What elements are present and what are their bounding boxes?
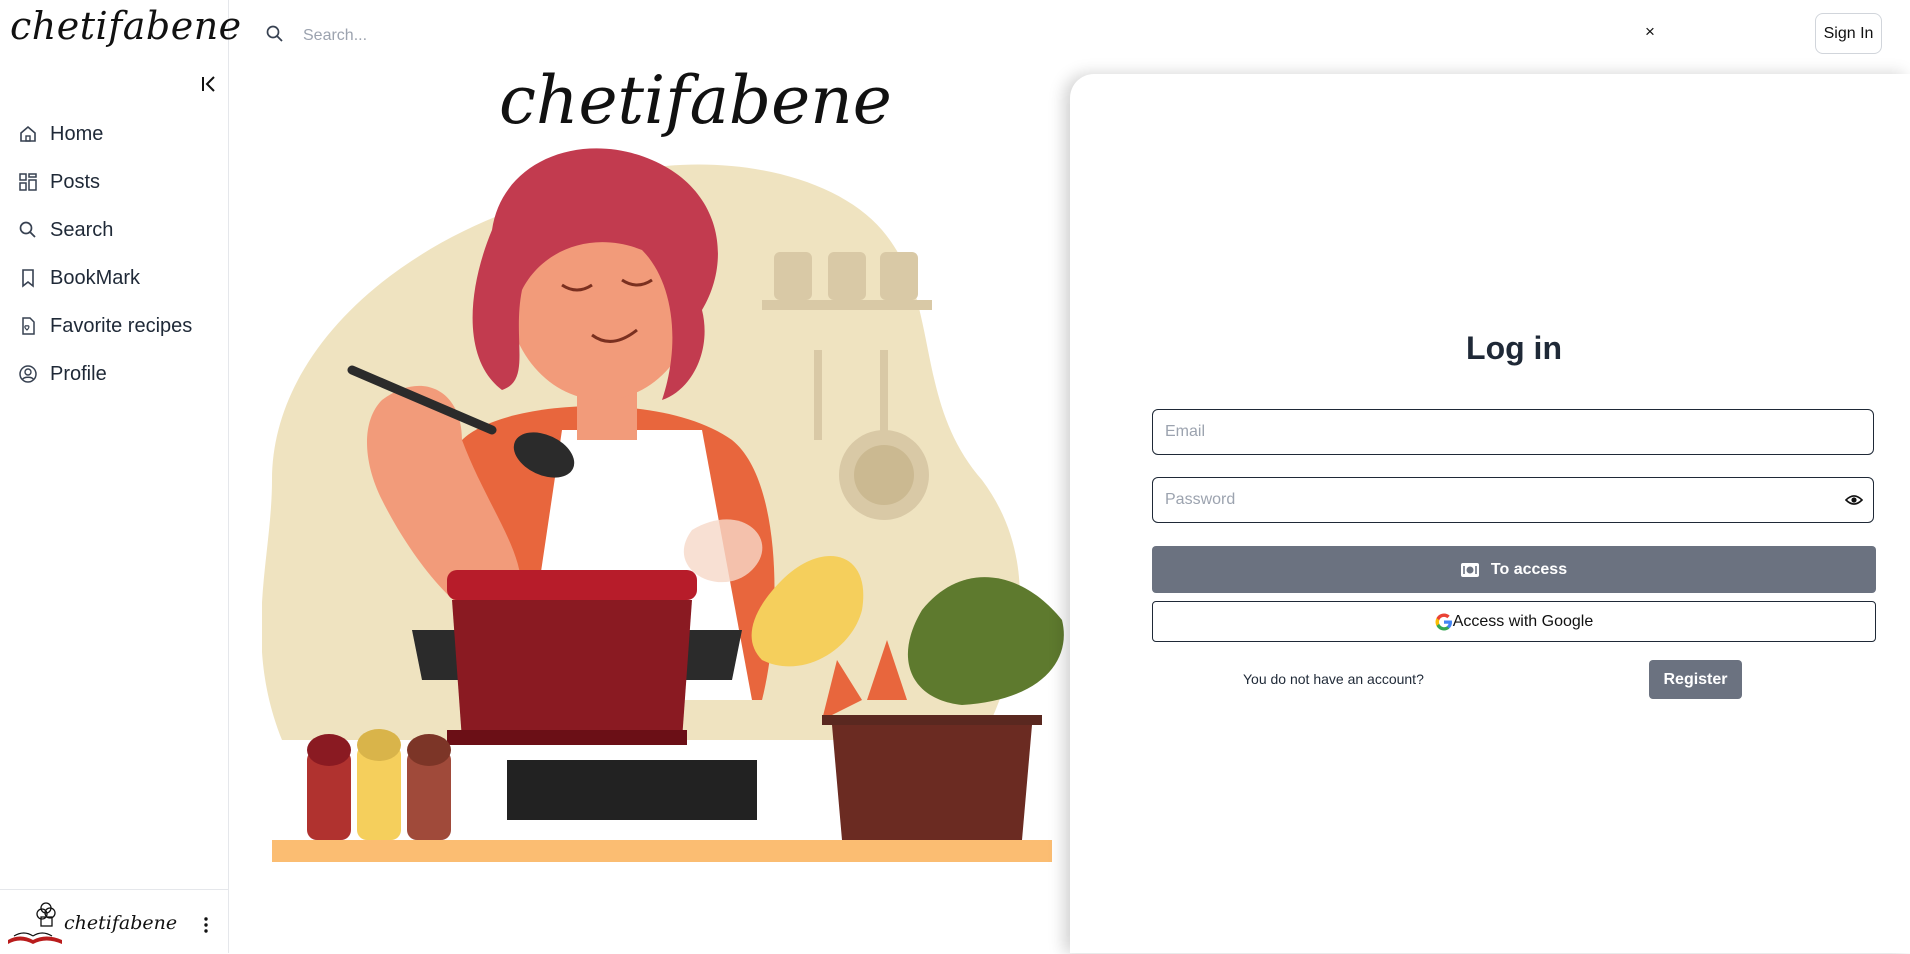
google-access-label: Access with Google [1452, 612, 1594, 630]
sidebar-item-label: Search [50, 218, 114, 241]
search-input[interactable] [301, 20, 1605, 52]
google-logo-icon [1435, 613, 1452, 630]
sidebar-item-favorite-recipes[interactable]: Favorite recipes [0, 302, 228, 350]
sidebar-item-home[interactable]: Home [0, 110, 228, 158]
to-access-button[interactable]: To access [1152, 546, 1876, 593]
footer-brand-name: chetifabene [64, 912, 178, 934]
sidebar-item-bookmark[interactable]: BookMark [0, 254, 228, 302]
favorite-recipes-icon [22, 317, 35, 335]
sidebar-item-search[interactable]: Search [0, 206, 228, 254]
sidebar: chetifabene Home Posts Search BookMark F… [0, 0, 241, 954]
sidebar-item-label: BookMark [50, 266, 141, 289]
email-field[interactable] [1152, 409, 1874, 455]
to-access-label: To access [1490, 560, 1568, 578]
posts-grid-icon [19, 173, 37, 191]
no-account-text: You do not have an account? [1243, 671, 1424, 687]
search-icon [266, 25, 283, 42]
collapse-sidebar-icon[interactable] [200, 74, 220, 94]
google-access-button[interactable]: Access with Google [1152, 601, 1876, 642]
login-title: Log in [1466, 330, 1562, 366]
top-bar: × Sign In [229, 0, 1910, 70]
sidebar-item-posts[interactable]: Posts [0, 158, 228, 206]
bookmark-icon [22, 269, 34, 288]
show-password-eye-icon[interactable] [1845, 492, 1863, 508]
chef-hat-logo-icon [8, 902, 62, 944]
sidebar-logo[interactable]: chetifabene [10, 4, 242, 48]
hero-logo-title: chetifabene [499, 62, 892, 139]
register-button[interactable]: Register [1649, 660, 1742, 699]
sidebar-item-label: Posts [50, 170, 101, 193]
plate-cutlery-icon [1460, 562, 1479, 577]
sidebar-item-profile[interactable]: Profile [0, 350, 228, 398]
sidebar-item-label: Home [50, 122, 104, 145]
sidebar-footer: chetifabene [0, 889, 228, 954]
sidebar-nav: Home Posts Search BookMark Favorite reci… [0, 110, 228, 398]
profile-icon [19, 365, 37, 383]
chef-cooking-illustration [262, 148, 1064, 862]
sidebar-item-label: Profile [50, 362, 107, 385]
sign-in-button[interactable]: Sign In [1815, 13, 1882, 54]
password-field[interactable] [1152, 477, 1874, 523]
more-options-icon[interactable] [200, 916, 212, 934]
sidebar-item-label: Favorite recipes [50, 314, 193, 337]
home-icon [20, 125, 36, 142]
clear-search-button[interactable]: × [1645, 22, 1655, 42]
search-icon [19, 221, 36, 238]
